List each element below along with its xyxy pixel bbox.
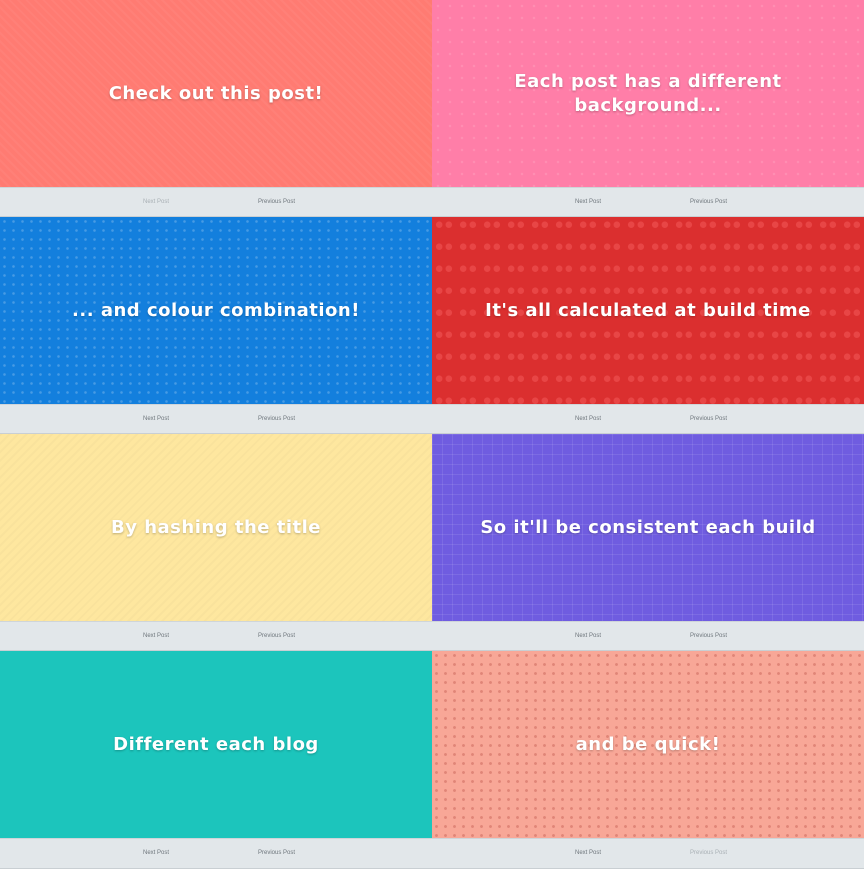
next-post-link[interactable]: Next Post: [575, 633, 601, 639]
previous-post-link[interactable]: Previous Post: [690, 416, 727, 422]
post-hero: and be quick!: [432, 651, 864, 838]
next-post-link[interactable]: Next Post: [575, 416, 601, 422]
previous-post-link[interactable]: Previous Post: [258, 633, 295, 639]
post-card: and be quick! Next Post Previous Post: [432, 651, 864, 869]
previous-post-link[interactable]: Previous Post: [258, 199, 295, 205]
post-card: So it'll be consistent each build Next P…: [432, 434, 864, 651]
post-card: Different each blog Next Post Previous P…: [0, 651, 432, 869]
post-hero: Check out this post!: [0, 0, 432, 187]
next-post-link[interactable]: Next Post: [575, 199, 601, 205]
post-navigation: Next Post Previous Post: [0, 187, 432, 217]
previous-post-link: Previous Post: [690, 850, 728, 856]
next-post-link: Next Post: [143, 199, 170, 205]
post-hero: So it'll be consistent each build: [432, 434, 864, 621]
post-title: and be quick!: [575, 733, 721, 755]
post-grid: Check out this post! Next Post Previous …: [0, 0, 864, 869]
post-hero: By hashing the title: [0, 434, 432, 621]
previous-post-link[interactable]: Previous Post: [690, 633, 727, 639]
previous-post-link[interactable]: Previous Post: [258, 416, 295, 422]
post-card: By hashing the title Next Post Previous …: [0, 434, 432, 651]
post-hero: It's all calculated at build time: [432, 217, 864, 404]
post-title: ... and colour combination!: [72, 299, 360, 321]
next-post-link[interactable]: Next Post: [143, 850, 169, 856]
previous-post-link[interactable]: Previous Post: [258, 850, 295, 856]
post-navigation: Next Post Previous Post: [432, 838, 864, 869]
next-post-link[interactable]: Next Post: [575, 850, 601, 856]
post-navigation: Next Post Previous Post: [0, 404, 432, 434]
post-navigation: Next Post Previous Post: [0, 621, 432, 651]
next-post-link[interactable]: Next Post: [143, 416, 169, 422]
post-title: By hashing the title: [111, 516, 321, 538]
post-card: Check out this post! Next Post Previous …: [0, 0, 432, 217]
post-hero: Each post has a different background...: [432, 0, 864, 187]
post-title: Check out this post!: [108, 82, 324, 104]
next-post-link[interactable]: Next Post: [143, 633, 169, 639]
post-title: Different each blog: [113, 733, 319, 755]
previous-post-link[interactable]: Previous Post: [690, 199, 727, 205]
post-card: It's all calculated at build time Next P…: [432, 217, 864, 434]
post-navigation: Next Post Previous Post: [432, 621, 864, 651]
post-title: So it'll be consistent each build: [480, 516, 816, 538]
post-title: Each post has a different background...: [514, 70, 782, 116]
post-card: Each post has a different background... …: [432, 0, 864, 217]
post-card: ... and colour combination! Next Post Pr…: [0, 217, 432, 434]
post-navigation: Next Post Previous Post: [432, 187, 864, 217]
post-navigation: Next Post Previous Post: [432, 404, 864, 434]
post-hero: Different each blog: [0, 651, 432, 838]
post-title: It's all calculated at build time: [485, 299, 811, 321]
post-hero: ... and colour combination!: [0, 217, 432, 404]
post-navigation: Next Post Previous Post: [0, 838, 432, 869]
